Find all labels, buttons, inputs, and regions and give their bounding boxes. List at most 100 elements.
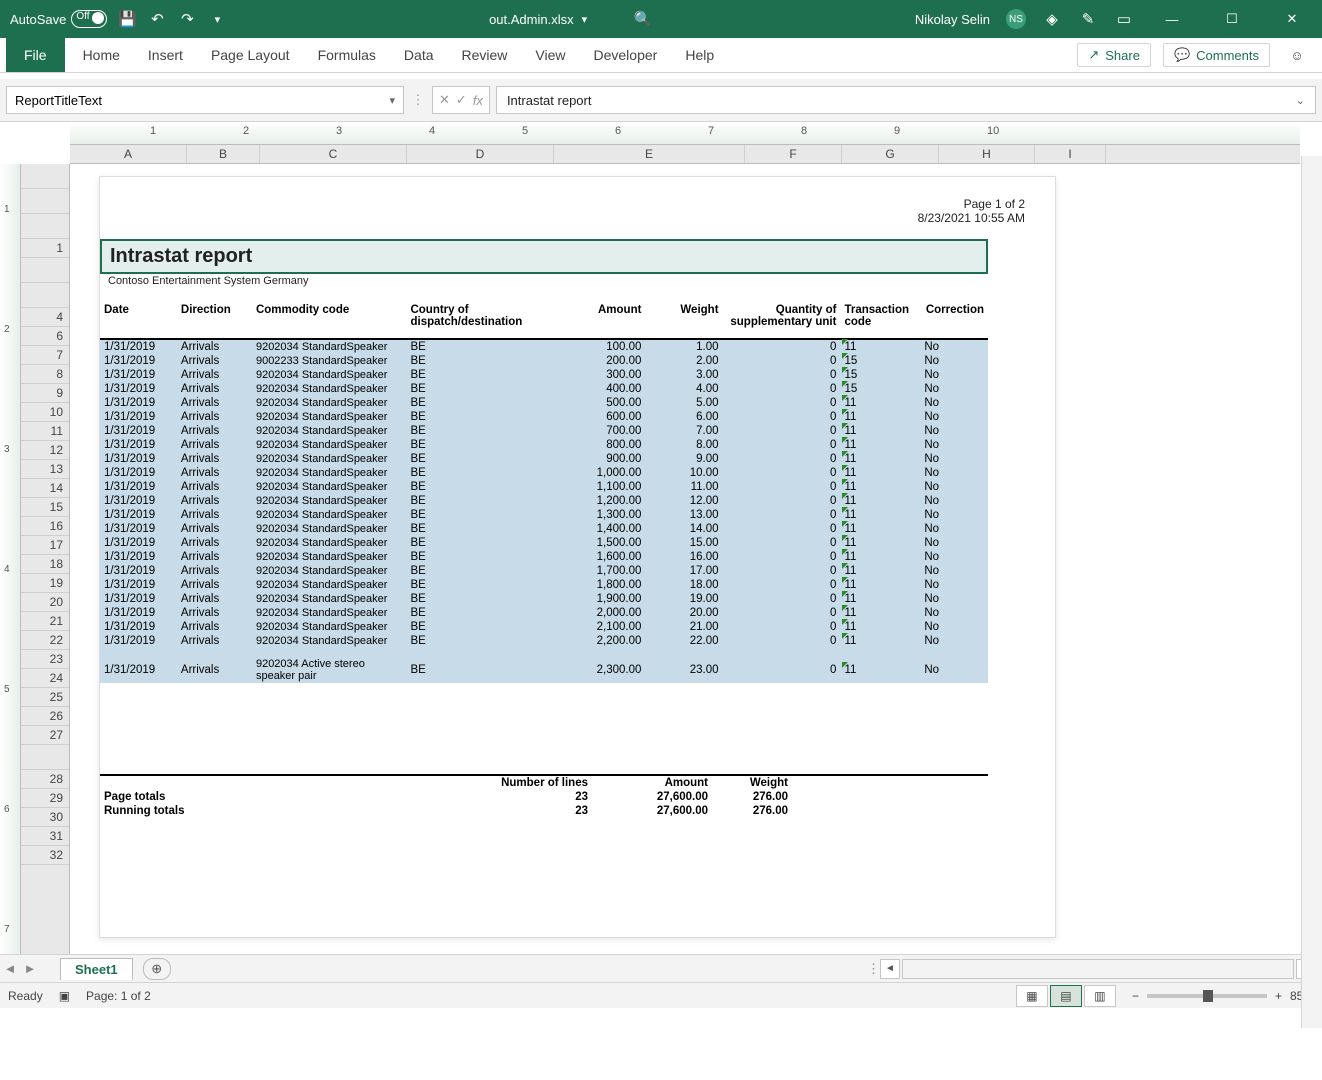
autosave-toggle[interactable]: Off — [71, 10, 107, 28]
vertical-scrollbar[interactable] — [1301, 156, 1322, 1028]
table-row[interactable]: 1/31/2019Arrivals9202034 StandardSpeaker… — [100, 466, 988, 480]
table-row[interactable]: 1/31/2019Arrivals9002233 StandardSpeaker… — [100, 354, 988, 368]
row-header[interactable]: 26 — [21, 707, 69, 726]
formula-expand-icon[interactable]: ⌄ — [1296, 94, 1305, 107]
col-header-A[interactable]: A — [70, 145, 187, 163]
row-header[interactable]: 23 — [21, 650, 69, 669]
ribbon-tab-developer[interactable]: Developer — [580, 38, 672, 72]
feedback-icon[interactable]: ☺ — [1282, 48, 1312, 63]
formula-input[interactable]: Intrastat report ⌄ — [496, 86, 1316, 114]
col-direction[interactable]: Direction — [177, 302, 252, 339]
row-header[interactable]: 17 — [21, 536, 69, 555]
horizontal-scrollbar[interactable]: ◄ ► — [880, 959, 1316, 979]
row-header[interactable] — [21, 258, 69, 283]
ribbon-tab-formulas[interactable]: Formulas — [304, 38, 390, 72]
table-row[interactable]: 1/31/2019Arrivals9202034 StandardSpeaker… — [100, 564, 988, 578]
row-headers[interactable]: 1467891011121314151617181920212223242526… — [21, 164, 70, 954]
document-dropdown-icon[interactable]: ▾ — [582, 13, 588, 26]
tab-nav-left-icon[interactable]: ◄ — [0, 961, 20, 976]
page-break-view-button[interactable]: ▥ — [1084, 985, 1116, 1007]
page-layout-view-button[interactable]: ▤ — [1050, 985, 1082, 1007]
pen-icon[interactable]: ✎ — [1078, 9, 1098, 29]
table-row[interactable]: 1/31/2019Arrivals9202034 StandardSpeaker… — [100, 382, 988, 396]
ribbon-display-icon[interactable]: ▭ — [1114, 9, 1134, 29]
row-header[interactable]: 28 — [21, 770, 69, 789]
row-header[interactable]: 1 — [21, 239, 69, 258]
zoom-in-button[interactable]: + — [1275, 989, 1282, 1003]
table-row[interactable]: 1/31/2019Arrivals9202034 StandardSpeaker… — [100, 508, 988, 522]
tabstrip-divider[interactable]: ⋮ — [867, 961, 880, 977]
ribbon-tab-help[interactable]: Help — [671, 38, 728, 72]
selected-cell[interactable]: Intrastat report — [100, 239, 988, 274]
table-row[interactable]: 1/31/2019Arrivals9202034 StandardSpeaker… — [100, 494, 988, 508]
table-row[interactable]: 1/31/2019Arrivals9202034 StandardSpeaker… — [100, 396, 988, 410]
table-row[interactable]: 1/31/2019Arrivals9202034 StandardSpeaker… — [100, 620, 988, 634]
col-amount[interactable]: Amount — [550, 302, 646, 339]
undo-icon[interactable]: ↶ — [147, 9, 167, 29]
col-header-F[interactable]: F — [745, 145, 842, 163]
ribbon-tab-home[interactable]: Home — [69, 38, 134, 72]
row-header[interactable]: 13 — [21, 460, 69, 479]
zoom-out-button[interactable]: − — [1132, 989, 1139, 1003]
name-box[interactable]: ReportTitleText ▾ — [6, 86, 404, 114]
page-area[interactable]: Page 1 of 2 8/23/2021 10:55 AM Intrastat… — [70, 164, 1300, 954]
column-headers[interactable]: ABCDEFGHI — [70, 145, 1300, 164]
table-row[interactable]: 1/31/2019Arrivals9202034 StandardSpeaker… — [100, 438, 988, 452]
col-header-B[interactable]: B — [187, 145, 260, 163]
diamond-icon[interactable]: ◈ — [1042, 9, 1062, 29]
row-header[interactable]: 25 — [21, 688, 69, 707]
hscroll-left-icon[interactable]: ◄ — [880, 959, 900, 979]
row-header[interactable] — [21, 745, 69, 770]
tab-nav-right-icon[interactable]: ► — [20, 961, 40, 976]
save-icon[interactable]: 💾 — [117, 9, 137, 29]
table-row[interactable]: 1/31/2019Arrivals9202034 StandardSpeaker… — [100, 536, 988, 550]
row-header[interactable]: 19 — [21, 574, 69, 593]
table-row[interactable]: 1/31/2019Arrivals9202034 StandardSpeaker… — [100, 339, 988, 354]
table-row[interactable]: 1/31/2019Arrivals9202034 StandardSpeaker… — [100, 424, 988, 438]
ribbon-tab-page-layout[interactable]: Page Layout — [197, 38, 304, 72]
col-header-H[interactable]: H — [939, 145, 1035, 163]
zoom-slider[interactable] — [1147, 994, 1267, 998]
minimize-button[interactable]: — — [1150, 0, 1194, 38]
cancel-formula-icon[interactable]: ✕ — [439, 92, 450, 108]
table-row[interactable]: 1/31/2019Arrivals9202034 StandardSpeaker… — [100, 550, 988, 564]
accept-formula-icon[interactable]: ✓ — [456, 92, 467, 108]
ribbon-tab-view[interactable]: View — [521, 38, 579, 72]
redo-icon[interactable]: ↷ — [177, 9, 197, 29]
search-icon[interactable]: 🔍 — [633, 9, 653, 29]
row-header[interactable]: 10 — [21, 403, 69, 422]
row-header[interactable]: 9 — [21, 384, 69, 403]
row-header[interactable]: 22 — [21, 631, 69, 650]
col-header-D[interactable]: D — [407, 145, 554, 163]
qat-dropdown-icon[interactable]: ▾ — [207, 9, 227, 29]
row-header[interactable]: 31 — [21, 827, 69, 846]
row-header[interactable]: 21 — [21, 612, 69, 631]
fx-icon[interactable]: fx — [473, 93, 483, 108]
row-header[interactable]: 16 — [21, 517, 69, 536]
document-title[interactable]: out.Admin.xlsx — [489, 12, 574, 27]
col-header-I[interactable]: I — [1035, 145, 1106, 163]
col-date[interactable]: Date — [100, 302, 177, 339]
name-box-dropdown-icon[interactable]: ▾ — [389, 94, 395, 107]
ribbon-tab-file[interactable]: File — [6, 38, 65, 72]
col-country[interactable]: Country of dispatch/destination — [406, 302, 549, 339]
col-header-E[interactable]: E — [554, 145, 745, 163]
col-weight[interactable]: Weight — [645, 302, 722, 339]
row-header[interactable]: 7 — [21, 346, 69, 365]
table-row[interactable]: 1/31/2019Arrivals9202034 StandardSpeaker… — [100, 592, 988, 606]
row-header[interactable] — [21, 283, 69, 308]
table-row[interactable]: 1/31/2019Arrivals9202034 StandardSpeaker… — [100, 480, 988, 494]
row-header[interactable] — [21, 164, 69, 189]
col-header-C[interactable]: C — [260, 145, 407, 163]
table-row[interactable]: 1/31/2019Arrivals9202034 StandardSpeaker… — [100, 606, 988, 620]
table-row[interactable]: 1/31/2019Arrivals9202034 StandardSpeaker… — [100, 410, 988, 424]
col-txn[interactable]: Transaction code — [840, 302, 920, 339]
col-header-G[interactable]: G — [842, 145, 939, 163]
row-header[interactable]: 20 — [21, 593, 69, 612]
autosave[interactable]: AutoSave Off — [10, 10, 107, 28]
table-row[interactable]: 1/31/2019Arrivals9202034 StandardSpeaker… — [100, 578, 988, 592]
row-header[interactable]: 29 — [21, 789, 69, 808]
user-avatar[interactable]: NS — [1006, 9, 1026, 29]
table-row[interactable]: 1/31/2019Arrivals9202034 StandardSpeaker… — [100, 634, 988, 648]
sheet-tab-1[interactable]: Sheet1 — [60, 958, 133, 980]
